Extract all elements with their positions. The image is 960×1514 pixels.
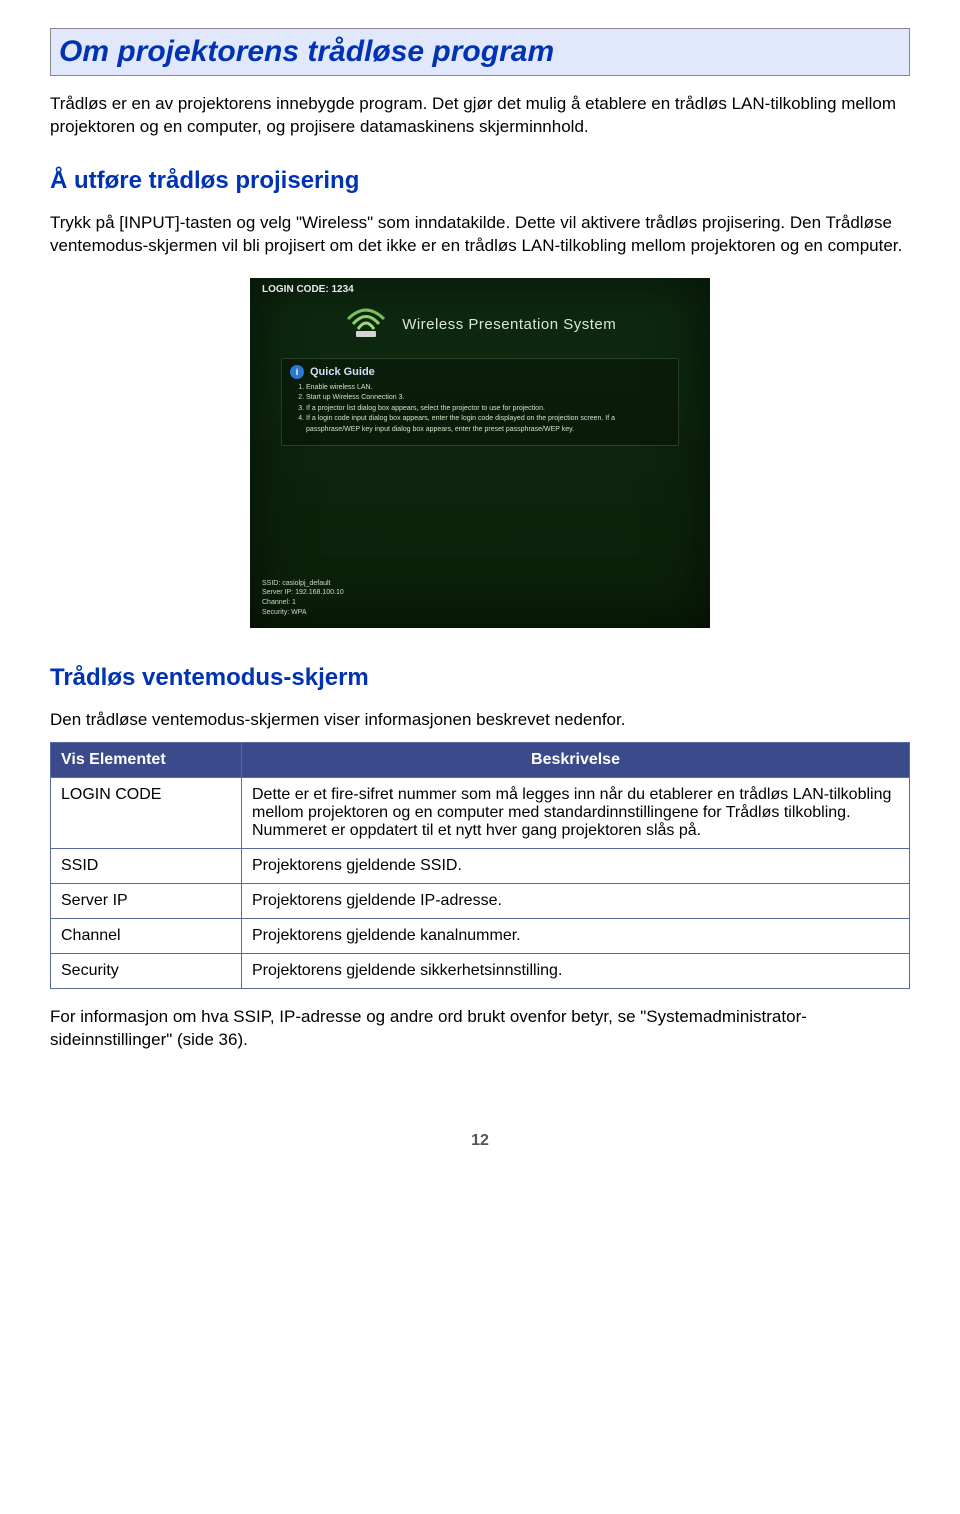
- section-standby-intro: Den trådløse ventemodus-skjermen viser i…: [50, 709, 910, 732]
- table-row: Server IP Projektorens gjeldende IP-adre…: [51, 883, 910, 918]
- quick-guide-steps: Enable wireless LAN. Start up Wireless C…: [294, 383, 670, 436]
- figure-footer-info: SSID: casiolpj_default Server IP: 192.16…: [262, 579, 344, 618]
- section-standby-title: Trådløs ventemodus-skjerm: [50, 664, 910, 692]
- table-cell-key: Security: [51, 953, 242, 988]
- section-perform-body: Trykk på [INPUT]-tasten og velg "Wireles…: [50, 212, 910, 258]
- table-cell-val: Projektorens gjeldende sikkerhetsinnstil…: [242, 953, 910, 988]
- table-cell-val: Dette er et fire-sifret nummer som må le…: [242, 777, 910, 848]
- qg-step: Enable wireless LAN.: [306, 383, 670, 394]
- standby-info-table: Vis Elementet Beskrivelse LOGIN CODE Det…: [50, 742, 910, 989]
- table-cell-val: Projektorens gjeldende SSID.: [242, 848, 910, 883]
- table-cell-val: Projektorens gjeldende kanalnummer.: [242, 918, 910, 953]
- figure-server-ip: Server IP: 192.168.100.10: [262, 588, 344, 598]
- table-head-element: Vis Elementet: [51, 742, 242, 777]
- table-head-description: Beskrivelse: [242, 742, 910, 777]
- table-cell-key: Server IP: [51, 883, 242, 918]
- table-cell-val: Projektorens gjeldende IP-adresse.: [242, 883, 910, 918]
- wifi-icon: [344, 305, 388, 344]
- figure-wps-title: Wireless Presentation System: [402, 316, 616, 333]
- footnote: For informasjon om hva SSIP, IP-adresse …: [50, 1006, 910, 1052]
- intro-paragraph: Trådløs er en av projektorens innebygde …: [50, 93, 910, 139]
- info-icon: i: [290, 365, 304, 379]
- table-row: Channel Projektorens gjeldende kanalnumm…: [51, 918, 910, 953]
- table-row: Security Projektorens gjeldende sikkerhe…: [51, 953, 910, 988]
- page-number: 12: [50, 1132, 910, 1150]
- quick-guide-label: Quick Guide: [310, 366, 375, 378]
- table-cell-key: Channel: [51, 918, 242, 953]
- standby-screen-figure: LOGIN CODE: 1234 Wireless Presentation S…: [250, 278, 710, 628]
- quick-guide-box: i Quick Guide Enable wireless LAN. Start…: [281, 358, 679, 447]
- table-row: SSID Projektorens gjeldende SSID.: [51, 848, 910, 883]
- figure-security: Security: WPA: [262, 608, 344, 618]
- qg-step: If a projector list dialog box appears, …: [306, 404, 670, 415]
- figure-ssid: SSID: casiolpj_default: [262, 579, 344, 589]
- table-cell-key: LOGIN CODE: [51, 777, 242, 848]
- table-cell-key: SSID: [51, 848, 242, 883]
- table-row: LOGIN CODE Dette er et fire-sifret numme…: [51, 777, 910, 848]
- figure-channel: Channel: 1: [262, 598, 344, 608]
- figure-login-code: LOGIN CODE: 1234: [262, 284, 698, 295]
- qg-step: Start up Wireless Connection 3.: [306, 393, 670, 404]
- section-perform-title: Å utføre trådløs projisering: [50, 167, 910, 195]
- page-title: Om projektorens trådløse program: [59, 35, 901, 69]
- qg-step: If a login code input dialog box appears…: [306, 414, 670, 435]
- page-title-bar: Om projektorens trådløse program: [50, 28, 910, 76]
